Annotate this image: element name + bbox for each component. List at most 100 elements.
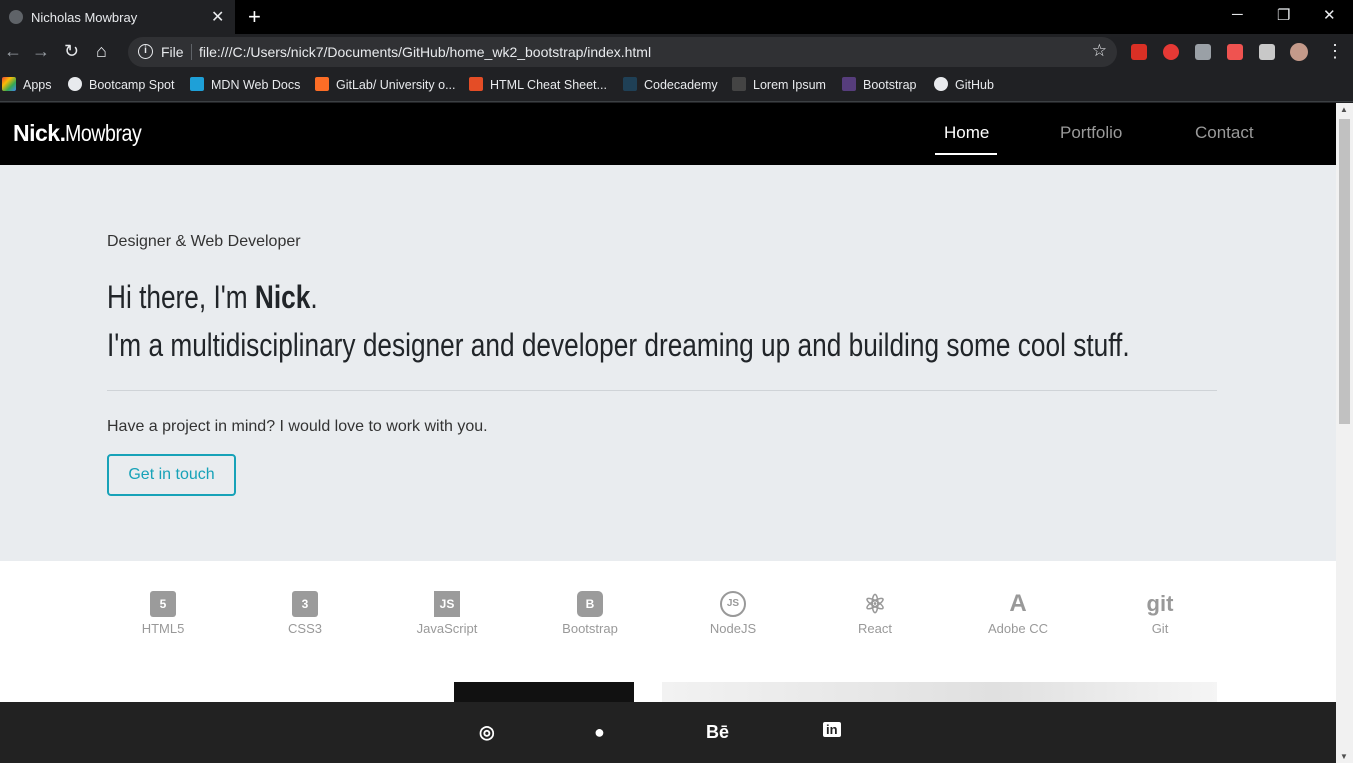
restore-icon[interactable]: ❐	[1277, 6, 1290, 24]
close-window-icon[interactable]: ✕	[1323, 6, 1336, 24]
skill-react: ⚛ React	[820, 591, 930, 636]
skill-label: Bootstrap	[562, 621, 618, 636]
site-navbar: Nick.Mowbray Home Portfolio Contact	[0, 103, 1336, 165]
headline-greeting: Hi there, I'm	[107, 279, 255, 315]
browser-tab[interactable]: Nicholas Mowbray ✕	[0, 0, 235, 34]
skill-label: CSS3	[288, 621, 322, 636]
css3-icon: 3	[292, 591, 318, 617]
cta-text: Have a project in mind? I would love to …	[107, 418, 488, 435]
bookmark-codecademy[interactable]: Codecademy	[623, 77, 718, 92]
bookmarks-bar: Apps Bootcamp Spot MDN Web Docs GitLab/ …	[0, 70, 1353, 102]
new-tab-button[interactable]: +	[248, 4, 261, 30]
brand-last: Mowbray	[65, 120, 142, 146]
globe-icon	[68, 77, 82, 91]
browser-tabstrip: Nicholas Mowbray ✕ + ─ ❐ ✕	[0, 0, 1353, 34]
nav-link-portfolio[interactable]: Portfolio	[1060, 123, 1122, 143]
extension-icon[interactable]	[1163, 44, 1179, 60]
skill-git: git Git	[1105, 591, 1215, 636]
back-icon[interactable]: ←	[4, 41, 22, 62]
mdn-icon	[190, 77, 204, 91]
bookmark-gitlab[interactable]: GitLab/ University o...	[315, 77, 456, 92]
skill-label: Adobe CC	[988, 621, 1048, 636]
drive-extension-icon[interactable]	[1195, 44, 1211, 60]
url-text[interactable]: file:///C:/Users/nick7/Documents/GitHub/…	[199, 44, 651, 60]
reload-icon[interactable]: ↻	[64, 41, 79, 62]
site-footer: ◎ ● Bē in	[0, 702, 1336, 763]
skill-adobe-cc: A Adobe CC	[963, 591, 1073, 637]
git-icon: git	[1140, 591, 1180, 617]
skill-css3: 3 CSS3	[250, 591, 360, 636]
url-scheme: File	[161, 44, 184, 60]
forward-icon[interactable]: →	[32, 41, 50, 62]
gmail-extension-icon[interactable]	[1131, 44, 1147, 60]
page-scrollbar[interactable]: ▲ ▼	[1336, 103, 1353, 763]
bookmark-github[interactable]: GitHub	[934, 77, 994, 92]
menu-kebab-icon[interactable]: ⋮	[1326, 41, 1344, 62]
html5-icon: 5	[150, 591, 176, 617]
portfolio-thumbnail[interactable]	[454, 682, 634, 702]
codecademy-icon	[623, 77, 637, 91]
html5-icon	[469, 77, 483, 91]
info-icon[interactable]: i	[138, 44, 153, 59]
skill-label: Git	[1151, 621, 1169, 636]
bookmark-star-icon[interactable]: ☆	[1092, 41, 1107, 61]
skill-bootstrap: B Bootstrap	[535, 591, 645, 636]
active-nav-indicator	[935, 153, 997, 155]
close-tab-icon[interactable]: ✕	[211, 7, 224, 27]
page-viewport: Nick.Mowbray Home Portfolio Contact Desi…	[0, 103, 1336, 763]
hero-kicker: Designer & Web Developer	[107, 233, 301, 250]
browser-toolbar: ← → ↻ ⌂ i File file:///C:/Users/nick7/Do…	[0, 34, 1353, 70]
bootstrap-icon	[842, 77, 856, 91]
bootstrap-icon: B	[577, 591, 603, 617]
nodejs-icon: JS	[720, 591, 746, 617]
adobe-icon: A	[1005, 591, 1031, 617]
nav-link-home[interactable]: Home	[944, 123, 989, 143]
minimize-icon[interactable]: ─	[1232, 6, 1243, 23]
hero-section: Designer & Web Developer Hi there, I'm N…	[0, 165, 1336, 561]
divider	[191, 44, 192, 60]
bookmark-bootstrap[interactable]: Bootstrap	[842, 77, 917, 92]
profile-avatar[interactable]	[1290, 43, 1308, 61]
skill-javascript: JS JavaScript	[392, 591, 502, 636]
react-icon: ⚛	[862, 589, 888, 619]
bookmark-lorem-ipsum[interactable]: Lorem Ipsum	[732, 77, 826, 92]
bookmark-mdn[interactable]: MDN Web Docs	[190, 77, 300, 92]
nav-link-contact[interactable]: Contact	[1195, 123, 1254, 143]
globe-icon	[9, 10, 23, 24]
bookmark-html-cheat-sheet[interactable]: HTML Cheat Sheet...	[469, 77, 607, 92]
headline-period: .	[310, 279, 318, 315]
scroll-down-icon[interactable]: ▼	[1340, 752, 1348, 761]
scrollbar-thumb[interactable]	[1339, 119, 1350, 424]
skill-label: NodeJS	[709, 621, 757, 636]
behance-icon[interactable]: Bē	[706, 722, 729, 743]
hero-divider	[107, 390, 1217, 391]
skills-section: 5 HTML5 3 CSS3 JS JavaScript B Bootstrap JS N…	[0, 561, 1336, 681]
bookmark-apps[interactable]: Apps	[2, 77, 52, 92]
github-icon[interactable]: ●	[594, 722, 605, 743]
apps-grid-icon	[2, 77, 16, 91]
cast-extension-icon[interactable]	[1227, 44, 1243, 60]
hero-headline: Hi there, I'm Nick. I'm a multidisciplin…	[107, 273, 1130, 369]
skill-html5: 5 HTML5	[108, 591, 218, 636]
instagram-icon[interactable]: ◎	[479, 722, 495, 743]
skill-label: React	[858, 621, 892, 636]
site-brand[interactable]: Nick.Mowbray	[13, 120, 155, 147]
headline-tagline: I'm a multidisciplinary designer and dev…	[107, 327, 1130, 363]
gitlab-icon	[315, 77, 329, 91]
tab-title: Nicholas Mowbray	[31, 10, 138, 25]
linkedin-icon[interactable]: in	[823, 722, 841, 737]
get-in-touch-button[interactable]: Get in touch	[107, 454, 236, 496]
address-bar[interactable]: i File file:///C:/Users/nick7/Documents/…	[128, 37, 1117, 67]
brand-first: Nick.	[13, 120, 66, 146]
puzzle-icon[interactable]	[1259, 44, 1275, 60]
skill-nodejs: JS NodeJS	[678, 591, 788, 636]
bookmark-bootcamp-spot[interactable]: Bootcamp Spot	[68, 77, 174, 92]
portfolio-thumbnail[interactable]	[662, 682, 1217, 702]
headline-name: Nick	[254, 279, 311, 315]
lorem-icon	[732, 77, 746, 91]
skill-label: HTML5	[141, 621, 185, 636]
skill-label: JavaScript	[416, 621, 478, 636]
home-icon[interactable]: ⌂	[96, 41, 107, 62]
javascript-icon: JS	[434, 591, 460, 617]
scroll-up-icon[interactable]: ▲	[1340, 105, 1348, 114]
